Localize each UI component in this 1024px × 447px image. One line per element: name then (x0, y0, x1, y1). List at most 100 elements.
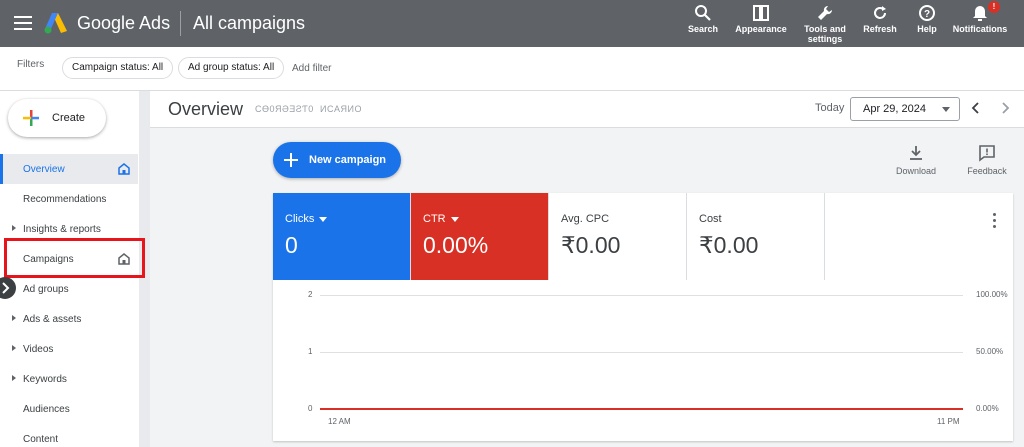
help-tool[interactable]: ? Help (914, 4, 940, 34)
y-axis-right-tick: 50.00% (976, 347, 1004, 356)
chevron-right-icon[interactable] (997, 100, 1013, 116)
campaigns-highlight-annotation (4, 238, 145, 278)
series-line-ctr (320, 408, 963, 410)
metric-value: 0 (285, 232, 298, 258)
sidebar-item-audiences[interactable]: Audiences (0, 394, 138, 424)
notifications-tool[interactable]: Notifications ! (950, 1, 1010, 34)
metric-ctr[interactable]: CTR 0.00% (411, 193, 549, 280)
sidebar-item-label: Audiences (23, 403, 70, 415)
y-axis-left-tick: 2 (308, 290, 313, 299)
notification-badge: ! (988, 1, 1000, 13)
more-options-icon[interactable] (993, 213, 997, 229)
google-ads-logo-icon (44, 13, 67, 34)
caret-right-icon (12, 345, 16, 351)
wrench-icon (818, 5, 833, 20)
filter-bar: Filters Campaign status: All Ad group st… (0, 47, 1024, 91)
home-icon (118, 163, 130, 175)
sidebar-item-label: Insights & reports (23, 223, 101, 235)
add-filter-button[interactable]: Add filter (292, 63, 331, 74)
caret-down-icon (450, 216, 459, 222)
feedback-button[interactable]: Feedback (965, 144, 1009, 176)
collapse-sidebar-handle[interactable] (0, 277, 16, 299)
search-icon (695, 5, 711, 21)
appearance-icon (753, 5, 769, 21)
plus-icon (284, 153, 298, 167)
metric-avg-cpc[interactable]: Avg. CPC ₹0.00 (549, 193, 687, 280)
sidebar-item-content[interactable]: Content (0, 424, 138, 447)
y-axis-right-tick: 100.00% (976, 290, 1008, 299)
sidebar-item-ads-assets[interactable]: Ads & assets (0, 304, 138, 334)
metric-cost[interactable]: Cost ₹0.00 (687, 193, 825, 280)
caret-down-icon (942, 107, 950, 112)
sidebar-item-ad-groups[interactable]: Ad groups (0, 274, 138, 304)
sidebar-item-overview[interactable]: Overview (0, 154, 138, 184)
refresh-tool-label: Refresh (863, 24, 897, 34)
help-tool-label: Help (917, 24, 937, 34)
caret-right-icon (12, 375, 16, 381)
metric-label: Avg. CPC (561, 213, 610, 225)
filters-label: Filters (17, 59, 45, 70)
y-axis-left-tick: 1 (308, 347, 313, 356)
tools-and-settings-tool[interactable]: Tools and settings (802, 4, 848, 44)
download-button[interactable]: Download (894, 144, 938, 176)
campaign-status-filter-chip[interactable]: Campaign status: All (62, 57, 174, 79)
sidebar-item-videos[interactable]: Videos (0, 334, 138, 364)
search-tool-label: Search (687, 24, 719, 34)
help-icon: ? (919, 5, 935, 21)
sidebar-item-keywords[interactable]: Keywords (0, 364, 138, 394)
metric-label: CTR (423, 213, 446, 225)
appearance-tool[interactable]: Appearance (734, 4, 788, 34)
plus-multicolor-icon (23, 110, 39, 126)
metric-clicks[interactable]: Clicks 0 (273, 193, 411, 280)
page-title: All campaigns (193, 13, 306, 33)
bell-icon (973, 6, 987, 21)
sidebar-item-label: Ad groups (23, 283, 69, 295)
top-bar: Google Ads All campaigns Search Appearan… (0, 0, 1024, 47)
date-range-select[interactable]: Apr 29, 2024 (850, 97, 960, 121)
overview-subtext-a: CӨ0ЯƏƎƧƬ0 (255, 104, 314, 114)
chart-gridline (320, 295, 963, 296)
y-axis-left-tick: 0 (308, 404, 313, 413)
metric-value: ₹0.00 (699, 232, 759, 258)
header-divider (180, 11, 181, 36)
sidebar-item-recommendations[interactable]: Recommendations (0, 184, 138, 214)
download-icon (910, 146, 922, 160)
new-campaign-label: New campaign (309, 154, 387, 166)
refresh-icon (874, 6, 886, 19)
refresh-tool[interactable]: Refresh (862, 4, 898, 34)
sidebar-item-label: Ads & assets (23, 313, 82, 325)
sidebar-item-label: Keywords (23, 373, 67, 385)
menu-icon[interactable] (14, 16, 32, 30)
metric-value: 0.00% (423, 232, 489, 258)
notifications-tool-label: Notifications (952, 24, 1008, 34)
create-button-label: Create (52, 112, 86, 124)
x-axis-tick: 12 AM (328, 417, 351, 426)
date-range-label: Today (815, 102, 845, 114)
caret-right-icon (12, 315, 16, 321)
overview-subtext-b: ИCАЯИO (320, 104, 362, 114)
new-campaign-button[interactable]: New campaign (273, 142, 401, 178)
sidebar-item-label: Content (23, 433, 59, 445)
search-tool[interactable]: Search (688, 4, 718, 34)
download-label: Download (895, 166, 937, 176)
metric-value: ₹0.00 (561, 232, 621, 258)
overview-header: Overview CӨ0ЯƏƎƧƬ0 ИCАЯИO Today Apr 29, … (150, 91, 1024, 128)
ad-group-status-filter-chip[interactable]: Ad group status: All (178, 57, 285, 79)
svg-text:?: ? (924, 9, 930, 20)
sidebar-item-label: Overview (23, 163, 65, 175)
brand-name: Google Ads (77, 13, 171, 33)
chevron-left-icon[interactable] (968, 100, 984, 116)
metric-label: Cost (699, 213, 722, 225)
caret-right-icon (12, 225, 16, 231)
caret-down-icon (319, 216, 328, 222)
appearance-tool-label: Appearance (735, 24, 787, 34)
feedback-label: Feedback (967, 166, 1007, 176)
sidebar-item-label: Recommendations (23, 193, 107, 205)
tools-and-settings-label: Tools and settings (804, 24, 846, 44)
x-axis-tick: 11 PM (937, 417, 960, 426)
metric-label: Clicks (285, 213, 315, 225)
performance-card: Clicks 0 CTR 0.00% Avg. CPC ₹0.00 Cost ₹… (273, 193, 1013, 441)
feedback-icon (979, 145, 995, 162)
chart-gridline (320, 352, 963, 353)
create-button[interactable]: Create (8, 99, 106, 137)
